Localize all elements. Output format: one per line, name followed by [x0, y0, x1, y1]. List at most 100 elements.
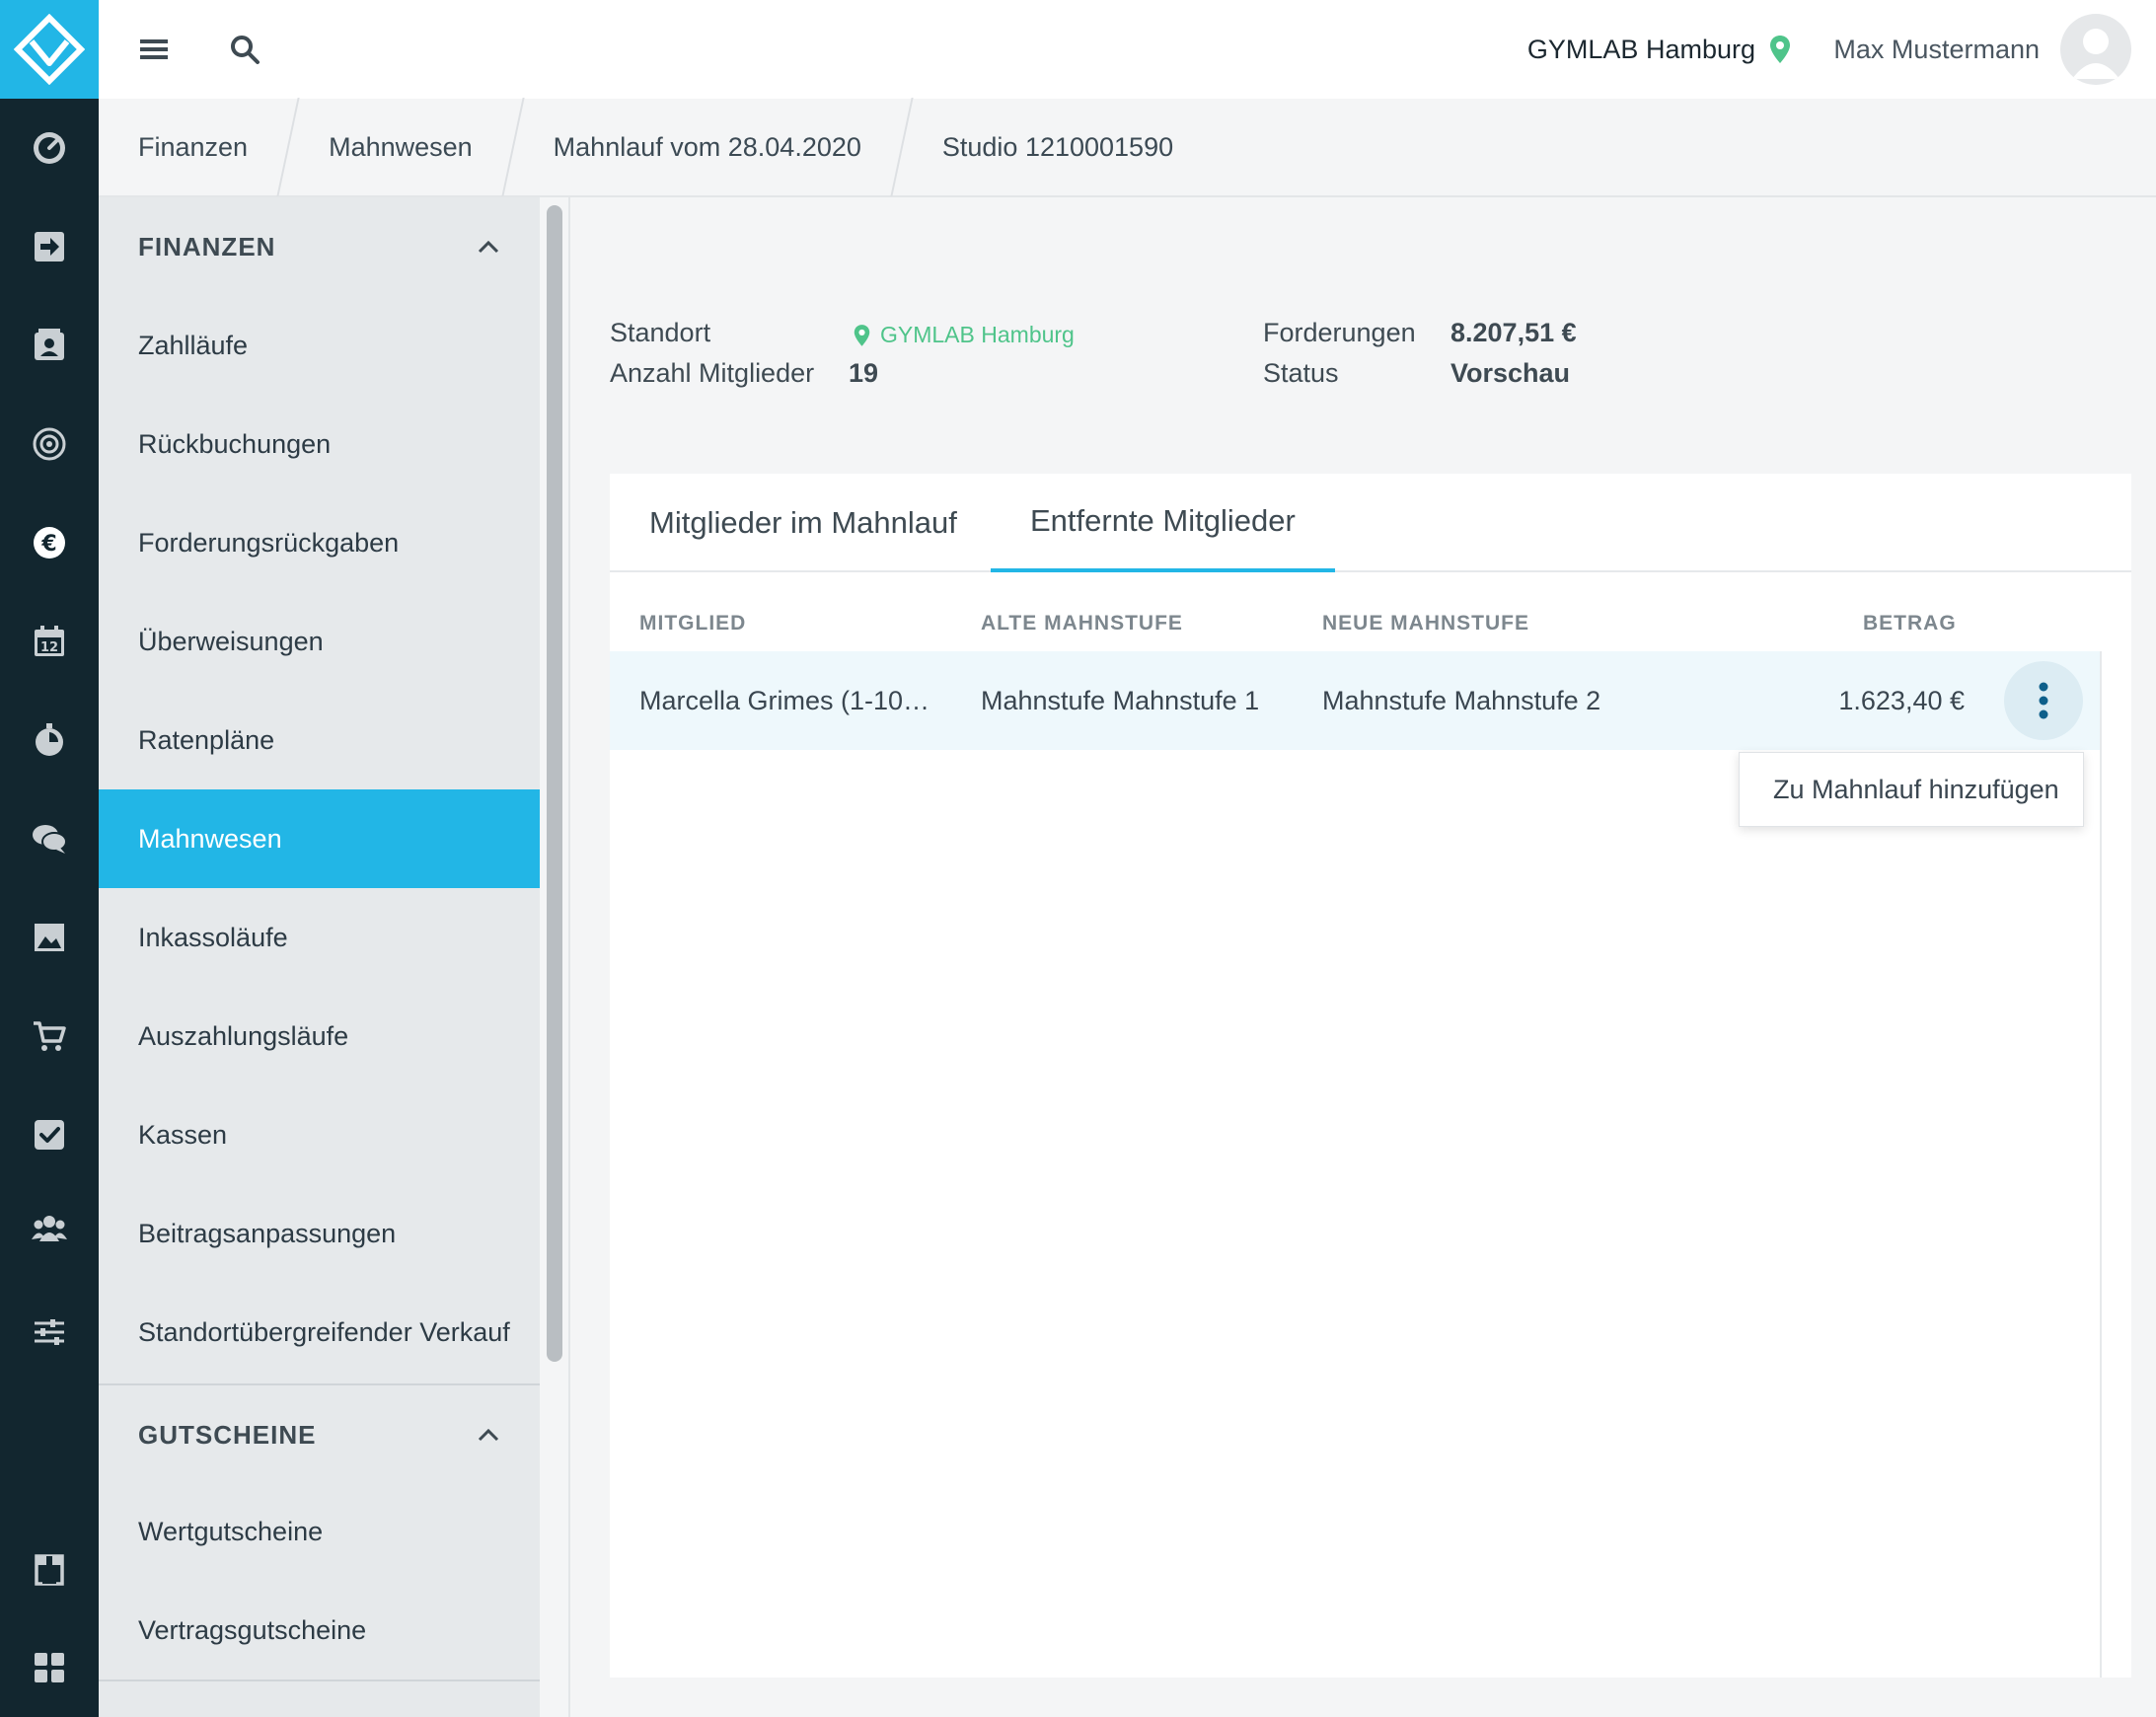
rail-members[interactable]: [0, 296, 99, 395]
cell-mitglied[interactable]: Marcella Grimes (1-10…: [639, 651, 965, 750]
svg-text:€: €: [40, 532, 56, 557]
tab-mitglieder-im-mahnlauf[interactable]: Mitglieder im Mahnlauf: [610, 474, 997, 572]
location-name: GYMLAB Hamburg: [1526, 34, 1755, 64]
standort-label: Standort: [610, 318, 711, 347]
breadcrumb-mahnwesen[interactable]: Mahnwesen: [289, 98, 512, 196]
app-logo[interactable]: [0, 0, 99, 99]
nav-item-wertgutscheine[interactable]: Wertgutscheine: [99, 1482, 540, 1581]
mitglieder-label: Anzahl Mitglieder: [610, 358, 815, 388]
standort-value[interactable]: GYMLAB Hamburg: [854, 322, 1075, 348]
nav-item-kassen[interactable]: Kassen: [99, 1085, 540, 1184]
members-card: Mitglieder im Mahnlauf Entfernte Mitglie…: [610, 474, 2131, 1678]
nav-item-ueberweisungen[interactable]: Überweisungen: [99, 592, 540, 691]
column-header-neue-mahnstufe[interactable]: NEUE MAHNSTUFE: [1322, 612, 1529, 635]
rail-target[interactable]: [0, 395, 99, 493]
tab-bar: Mitglieder im Mahnlauf Entfernte Mitglie…: [610, 474, 2131, 572]
tab-entfernte-mitglieder[interactable]: Entfernte Mitglieder: [991, 474, 1335, 572]
svg-text:12: 12: [40, 640, 58, 655]
menu-item-zu-mahnlauf-hinzufuegen[interactable]: Zu Mahnlauf hinzufügen: [1773, 775, 2059, 805]
cell-alte-mahnstufe: Mahnstufe Mahnstufe 1: [981, 685, 1260, 715]
nav-item-vertragsgutscheine[interactable]: Vertragsgutscheine: [99, 1581, 540, 1680]
section-finanzen[interactable]: FINANZEN: [99, 197, 540, 296]
nav-item-rueckbuchungen[interactable]: Rückbuchungen: [99, 395, 540, 493]
euro-icon: €: [34, 527, 65, 559]
sign-in-icon: [35, 232, 64, 261]
store-icon: [35, 1554, 64, 1586]
nav-item-zahllaeufe[interactable]: Zahlläufe: [99, 296, 540, 395]
content-divider: [568, 197, 570, 1717]
cell-betrag: 1.623,40 €: [1838, 685, 1965, 715]
rail-groups[interactable]: [0, 1179, 99, 1278]
dashboard-icon: [34, 132, 65, 164]
checkbox-icon: [35, 1120, 64, 1150]
forderungen-label: Forderungen: [1263, 318, 1416, 347]
rail-reports[interactable]: [0, 888, 99, 987]
column-header-betrag[interactable]: BETRAG: [1863, 612, 1957, 635]
row-action-menu: Zu Mahnlauf hinzufügen: [1739, 752, 2084, 827]
chat-icon: [33, 825, 67, 854]
location-selector[interactable]: GYMLAB Hamburg: [1527, 30, 1791, 69]
chevron-up-icon: [478, 1428, 499, 1442]
nav-item-auszahlungslaeufe[interactable]: Auszahlungsläufe: [99, 987, 540, 1085]
breadcrumb: Finanzen Mahnwesen Mahnlauf vom 28.04.20…: [99, 98, 2156, 197]
chevron-up-icon: [478, 240, 499, 254]
search-icon: [231, 36, 260, 64]
rail-tasks[interactable]: [0, 1085, 99, 1184]
user-avatar-icon: [2072, 29, 2119, 79]
rail-shop[interactable]: [0, 987, 99, 1085]
cell-neue-mahnstufe: Mahnstufe Mahnstufe 2: [1322, 685, 1601, 715]
nav-item-inkassolaeufe[interactable]: Inkassoläufe: [99, 888, 540, 987]
mitglieder-value: 19: [849, 358, 879, 388]
nav-item-forderungsrueckgaben[interactable]: Forderungsrückgaben: [99, 493, 540, 592]
forderungen-value: 8.207,51 €: [1450, 318, 1577, 347]
logo-icon: [14, 14, 85, 85]
section-gutscheine-label: GUTSCHEINE: [138, 1419, 317, 1450]
rail-apps[interactable]: [0, 1618, 99, 1717]
rail-timer[interactable]: [0, 691, 99, 789]
target-icon: [33, 427, 66, 461]
users-icon: [32, 1216, 67, 1241]
top-bar: GYMLAB Hamburg Max Mustermann: [99, 0, 2156, 99]
breadcrumb-finanzen[interactable]: Finanzen: [99, 98, 287, 196]
rail-messages[interactable]: [0, 789, 99, 888]
hamburger-icon: [140, 39, 168, 59]
finance-subnav: FINANZEN Zahlläufe Rückbuchungen Forderu…: [99, 197, 540, 1717]
search-button[interactable]: [225, 30, 264, 69]
rail-dashboard[interactable]: [0, 99, 99, 197]
apps-icon: [35, 1653, 64, 1682]
stopwatch-icon: [36, 723, 63, 756]
column-header-alte-mahnstufe[interactable]: ALTE MAHNSTUFE: [981, 612, 1183, 635]
map-pin-icon: [1770, 36, 1790, 63]
rail-checkin[interactable]: [0, 197, 99, 296]
nav-item-mahnwesen[interactable]: Mahnwesen: [99, 789, 540, 888]
user-name[interactable]: Max Mustermann: [1833, 30, 2040, 69]
breadcrumb-mahnlauf[interactable]: Mahnlauf vom 28.04.2020: [514, 98, 901, 196]
row-actions-button[interactable]: [2004, 661, 2083, 740]
member-card-icon: [35, 329, 64, 360]
menu-button[interactable]: [134, 30, 174, 69]
nav-item-ratenplaene[interactable]: Ratenpläne: [99, 691, 540, 789]
table-row[interactable]: Marcella Grimes (1-10… Mahnstufe Mahnstu…: [610, 651, 2100, 750]
calendar-icon: 12: [35, 626, 64, 656]
nav-divider: [99, 1680, 540, 1681]
breadcrumb-studio: Studio 1210001590: [941, 131, 1174, 162]
nav-item-standortuebergreifender-verkauf[interactable]: Standortübergreifender Verkauf: [99, 1283, 540, 1381]
subnav-scrollbar[interactable]: [540, 197, 569, 1717]
rail-finance[interactable]: €: [0, 493, 99, 592]
rail-settings[interactable]: [0, 1283, 99, 1381]
section-gutscheine[interactable]: GUTSCHEINE: [99, 1385, 540, 1484]
section-finanzen-label: FINANZEN: [138, 231, 276, 261]
table-scroll-edge: [2100, 651, 2102, 1678]
icon-rail: € 12: [0, 0, 99, 1717]
more-vertical-icon: [2039, 682, 2048, 719]
sliders-icon: [35, 1319, 64, 1345]
status-label: Status: [1263, 358, 1339, 388]
column-header-mitglied[interactable]: MITGLIED: [639, 612, 746, 635]
rail-store[interactable]: [0, 1520, 99, 1618]
avatar[interactable]: [2060, 14, 2131, 85]
scrollbar-thumb[interactable]: [547, 205, 562, 1362]
nav-item-beitragsanpassungen[interactable]: Beitragsanpassungen: [99, 1184, 540, 1283]
status-value: Vorschau: [1450, 358, 1571, 388]
rail-calendar[interactable]: 12: [0, 592, 99, 691]
image-icon: [35, 924, 64, 951]
